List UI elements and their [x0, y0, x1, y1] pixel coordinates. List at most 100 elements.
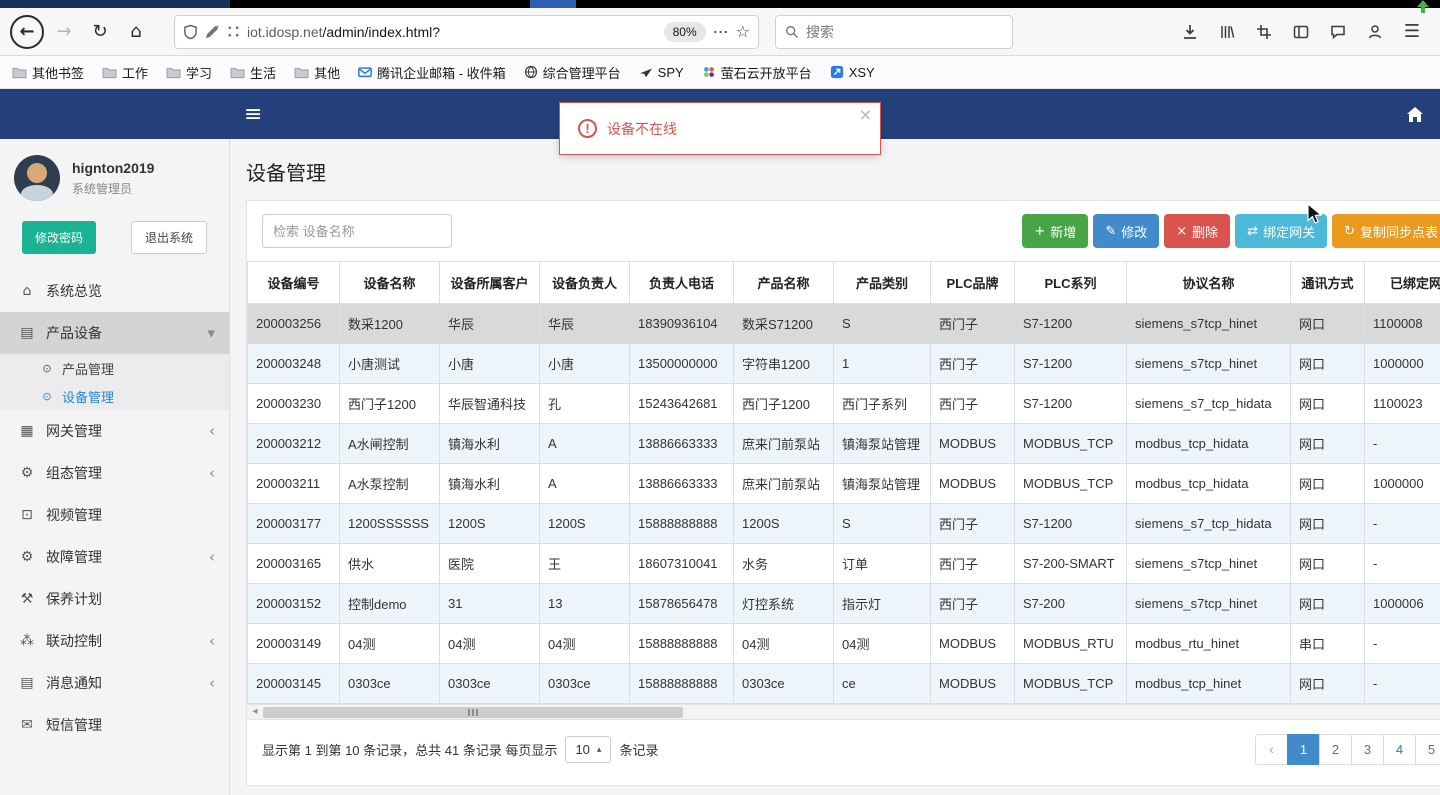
messages-icon[interactable]	[1326, 20, 1350, 44]
back-button[interactable]: ←	[10, 14, 44, 49]
delete-button[interactable]: × 删除	[1164, 214, 1231, 248]
sidebar-subitem-device-manage[interactable]: ⊙ 设备管理	[0, 382, 229, 410]
column-header[interactable]: 协议名称	[1126, 261, 1291, 304]
product-device-icon: ▤	[20, 325, 34, 341]
browser-home-button[interactable]: ⌂	[120, 16, 152, 48]
bookmark-item[interactable]: 腾讯企业邮箱 - 收件箱	[358, 63, 506, 82]
toast-close-icon[interactable]: ×	[859, 105, 872, 124]
table-row[interactable]: 200003230 西门子1200 华辰智通科技孔 15243642681 西门子120…	[247, 383, 1440, 424]
bookmark-item[interactable]: 其他书签	[12, 63, 84, 82]
column-header[interactable]: 产品名称	[733, 261, 834, 304]
sidebar-item-label: 保养计划	[46, 591, 102, 607]
sidebar-item-sms[interactable]: ✉ 短信管理	[0, 704, 229, 746]
sidebar-item-scada[interactable]: ⚙ 组态管理 ‹	[0, 452, 229, 494]
table-row[interactable]: 200003256 数采1200 华辰 华辰 18390936104 数采S71200 S 西…	[247, 303, 1440, 344]
permissions-icon[interactable]	[227, 25, 240, 38]
table-row[interactable]: 200003145 0303ce 0303ce 0303ce 15888888888 03…	[247, 663, 1440, 704]
bookmark-star-icon[interactable]: ☆	[736, 22, 750, 41]
sidebar-item-video[interactable]: ⊡ 视频管理	[0, 494, 229, 536]
bookmark-item[interactable]: XSY	[830, 65, 875, 80]
plus-icon: +	[1034, 223, 1046, 239]
page-size-dropdown[interactable]: 10 ▴	[565, 736, 612, 763]
copy-sync-table-button[interactable]: ↻ 复制同步点表	[1332, 214, 1440, 248]
table-cell: modbus_rtu_hinet	[1126, 623, 1291, 664]
column-header[interactable]: 设备负责人	[539, 261, 630, 304]
browser-search-bar[interactable]	[775, 14, 1013, 49]
blocked-content-icon[interactable]	[205, 24, 220, 39]
folder-icon	[102, 66, 117, 79]
table-row[interactable]: 200003165 供水 医院王 18607310041 水务 订单 西门子 S7-200-S…	[247, 543, 1440, 584]
device-search-input[interactable]	[262, 214, 452, 248]
page-button-4[interactable]: 4	[1383, 734, 1416, 765]
column-header[interactable]: PLC系列	[1014, 261, 1127, 304]
column-header[interactable]: PLC品牌	[930, 261, 1015, 304]
app-menu-icon[interactable]: ☰	[1400, 20, 1424, 44]
scrollbar-thumb[interactable]	[263, 707, 683, 718]
app-home-icon[interactable]	[1406, 106, 1424, 123]
table-row[interactable]: 200003152 控制demo 31 13 15878656478 灯控系统 指示灯 西门子…	[247, 583, 1440, 624]
shield-icon[interactable]	[183, 24, 198, 40]
table-cell: modbus_tcp_hidata	[1126, 423, 1291, 464]
prev-page-button[interactable]: ‹	[1255, 734, 1288, 765]
user-role: 系统管理员	[72, 181, 133, 196]
sidebar-item-notification[interactable]: ▤ 消息通知 ‹	[0, 662, 229, 704]
page-button-1[interactable]: 1	[1287, 734, 1320, 765]
url-bar[interactable]: iot.idosp.net/admin/index.html? 80% ⋯ ☆	[174, 14, 759, 49]
logout-button[interactable]: 退出系统	[130, 221, 207, 254]
sidebar-item-fault[interactable]: ⚙ 故障管理 ‹	[0, 536, 229, 578]
table-row[interactable]: 200003212 A水闸控制 镇海水利 A 13886663333 庶来门前泵站 镇海泵站…	[247, 423, 1440, 464]
bookmark-item[interactable]: 综合管理平台	[524, 63, 621, 82]
bookmark-item[interactable]: 其他	[294, 63, 340, 82]
bookmark-item[interactable]: 工作	[102, 63, 148, 82]
table-row[interactable]: 200003149 04测 04测 04测 15888888888 04测 04测 MODBU…	[247, 623, 1440, 664]
page-actions-icon[interactable]: ⋯	[713, 22, 729, 41]
bookmark-item[interactable]: 萤石云开放平台	[702, 63, 812, 82]
scrollbar-track[interactable]	[263, 705, 1440, 719]
column-header[interactable]: 设备编号	[247, 261, 340, 304]
table-cell: 0303ce	[439, 663, 540, 704]
sidebar-item-product-device[interactable]: ▤ 产品设备 ▾	[0, 312, 229, 354]
forward-button[interactable]: →	[48, 16, 80, 48]
bookmark-label: XSY	[848, 64, 875, 80]
page-button-3[interactable]: 3	[1351, 734, 1384, 765]
mouse-cursor	[1307, 203, 1323, 224]
sidebar-item-maintenance[interactable]: ⚒ 保养计划	[0, 578, 229, 620]
sidebar-item-linkage[interactable]: ⁂ 联动控制 ‹	[0, 620, 229, 662]
sidebar-toggle-icon[interactable]: ≡	[244, 102, 262, 127]
bookmark-item[interactable]: 学习	[166, 63, 212, 82]
scroll-left-button[interactable]: ◂	[247, 705, 263, 719]
bookmark-item[interactable]: SPY	[639, 65, 684, 80]
library-icon[interactable]	[1215, 20, 1239, 44]
caret-up-icon: ▴	[596, 744, 602, 755]
page-button-2[interactable]: 2	[1319, 734, 1352, 765]
change-password-button[interactable]: 修改密码	[22, 221, 97, 254]
edit-button[interactable]: ✎ 修改	[1093, 214, 1160, 248]
column-header[interactable]: 负责人电话	[629, 261, 734, 304]
browser-search-input[interactable]	[806, 23, 1003, 40]
sidebars-icon[interactable]	[1289, 20, 1313, 44]
page-button-5[interactable]: 5	[1415, 734, 1440, 765]
screenshot-icon[interactable]	[1252, 20, 1276, 44]
add-button[interactable]: + 新增	[1022, 214, 1089, 248]
page-title: 设备管理	[246, 163, 326, 185]
sidebar-item-gateway[interactable]: ▦ 网关管理 ‹	[0, 410, 229, 452]
table-cell: S7-200-SMART	[1014, 543, 1127, 584]
table-row[interactable]: 200003177 1200SSSSSS 1200S 1200S 15888888888…	[247, 503, 1440, 544]
zoom-level-badge[interactable]: 80%	[663, 21, 706, 42]
table-row[interactable]: 200003211 A水泵控制 镇海水利 A 13886663333 庶来门前泵站 镇海泵站…	[247, 463, 1440, 504]
sidebar-subitem-product-manage[interactable]: ⊙ 产品管理	[0, 354, 229, 382]
column-header[interactable]: 设备所属客户	[439, 261, 540, 304]
column-header[interactable]: 设备名称	[339, 261, 440, 304]
bookmark-item[interactable]: 生活	[230, 63, 276, 82]
reload-button[interactable]: ↻	[84, 16, 116, 48]
column-header[interactable]: 已绑定网关	[1364, 261, 1440, 304]
downloads-icon[interactable]	[1178, 20, 1202, 44]
account-icon[interactable]	[1363, 20, 1387, 44]
horizontal-scrollbar[interactable]: ◂ ▸	[247, 704, 1440, 720]
table-cell: S	[833, 303, 931, 344]
table-row[interactable]: 200003248 小唐测试 小唐 小唐 13500000000 字符串1200 1 西门子 S…	[247, 343, 1440, 384]
column-header[interactable]: 产品类别	[833, 261, 931, 304]
folder-icon	[12, 66, 27, 79]
sidebar-item-overview[interactable]: ⌂ 系统总览	[0, 270, 229, 312]
column-header[interactable]: 通讯方式	[1290, 261, 1365, 304]
